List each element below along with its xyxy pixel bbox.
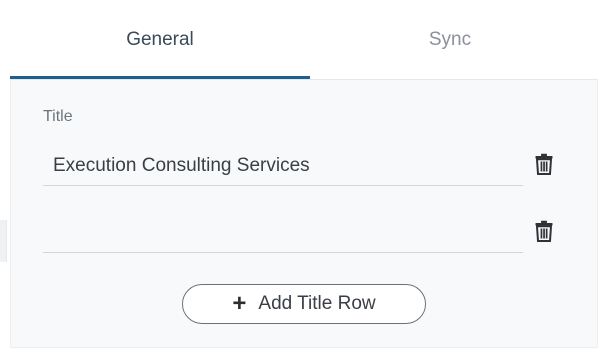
tab-general-label: General xyxy=(126,29,194,50)
general-tab-content: Title Execution Consulting Services + Ad… xyxy=(10,80,598,348)
tab-sync-label: Sync xyxy=(428,29,472,50)
title-row xyxy=(43,146,583,186)
tab-general[interactable]: General xyxy=(10,0,310,80)
title-row-2-input[interactable] xyxy=(43,213,523,253)
add-title-row-button[interactable]: + Add Title Row xyxy=(182,284,426,324)
trash-icon xyxy=(535,220,553,242)
title-row-1-input[interactable] xyxy=(43,146,523,186)
title-row xyxy=(43,213,583,253)
delete-title-row-1-button[interactable] xyxy=(531,150,557,178)
tab-sync[interactable]: Sync xyxy=(300,0,600,80)
delete-title-row-2-button[interactable] xyxy=(531,217,557,245)
plus-icon: + xyxy=(232,290,247,317)
trash-icon xyxy=(535,153,553,175)
settings-panel: General Sync Title Execution Consulting … xyxy=(10,0,598,350)
title-field-label: Title xyxy=(43,108,73,125)
add-title-row-label: Add Title Row xyxy=(258,293,376,314)
active-tab-indicator xyxy=(10,76,310,79)
tab-bar: General Sync xyxy=(10,0,598,80)
adjacent-panel-edge xyxy=(0,220,7,262)
